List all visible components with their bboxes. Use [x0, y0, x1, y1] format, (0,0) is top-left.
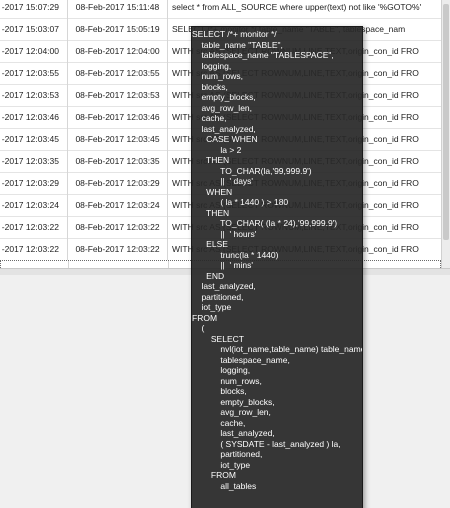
tooltip-sql-line: || ' mins'	[192, 260, 254, 270]
sql-tooltip: SELECT /*+ monitor */ table_name "TABLE"…	[191, 26, 363, 508]
sql-history-window: -2017 15:07:29 08-Feb-2017 15:11:48 select…	[0, 0, 450, 508]
cell-sql-text: select * from ALL_SOURCE where upper(tex…	[172, 2, 422, 12]
tooltip-sql-line: empty_blocks,	[192, 396, 275, 407]
cell-last-executed: 08-Feb-2017 12:03:35	[68, 150, 168, 172]
tooltip-sql-line: iot_type	[192, 459, 251, 470]
tooltip-sql-line: blocks,	[192, 386, 247, 396]
tooltip-sql-line: CASE WHEN	[192, 134, 258, 144]
tooltip-sql-line: iot_type	[192, 302, 232, 312]
cell-start-time: -2017 12:03:29	[0, 172, 68, 194]
vertical-scrollbar[interactable]	[441, 0, 450, 268]
tooltip-sql-line: SELECT	[192, 333, 244, 344]
cell-start-time: -2017 12:04:00	[0, 40, 68, 62]
cell-start-time: -2017 12:03:46	[0, 106, 68, 128]
cell-last-executed: 08-Feb-2017 12:03:29	[68, 172, 168, 194]
cell-last-executed: 08-Feb-2017 12:03:45	[68, 128, 168, 150]
cell-last-executed: 08-Feb-2017 12:03:53	[68, 84, 168, 106]
tooltip-sql-line: (	[192, 323, 205, 333]
tooltip-sql-line: blocks,	[192, 81, 228, 92]
tooltip-sql-line: empty_blocks,	[192, 92, 256, 102]
cell-last-executed: 08-Feb-2017 12:04:00	[68, 40, 168, 62]
cell-last-executed: 08-Feb-2017 12:03:22	[69, 261, 169, 268]
cell-last-executed: 08-Feb-2017 12:03:24	[68, 194, 168, 216]
scrollbar-thumb[interactable]	[443, 4, 449, 240]
tooltip-sql-line: logging,	[192, 60, 232, 71]
cell-start-time: -2017 12:03:45	[0, 128, 68, 150]
cell-start-time: -2017 15:07:29	[0, 0, 68, 18]
cell-last-executed: 08-Feb-2017 15:05:19	[68, 18, 168, 40]
tooltip-sql-line: cache,	[192, 417, 246, 428]
tooltip-sql-line: last_analyzed,	[192, 428, 275, 438]
tooltip-sql-line: avg_row_len,	[192, 102, 253, 113]
tooltip-sql-line: FROM	[192, 312, 218, 323]
tooltip-sql-line: nvl(iot_name,table_name) table_name,	[192, 344, 363, 354]
cell-start-time: -2017 12:03:22	[0, 238, 68, 260]
tooltip-sql-line: tablespace_name,	[192, 354, 290, 365]
tooltip-sql-line: TO_CHAR( (la * 24),'99,999.9')	[192, 218, 338, 228]
cell-last-executed: 08-Feb-2017 12:03:46	[68, 106, 168, 128]
cell-start-time: -2017 12:03:22	[0, 261, 69, 268]
tooltip-sql-line: trunc(la * 1440)	[192, 249, 279, 260]
cell-start-time: -2017 12:03:22	[0, 216, 68, 238]
tooltip-sql-line: partitioned,	[192, 291, 244, 302]
table-row[interactable]: -2017 15:07:29 08-Feb-2017 15:11:48 select…	[0, 0, 441, 19]
tooltip-sql-line: num_rows,	[192, 375, 262, 386]
tooltip-sql-line: TO_CHAR(la,'99,999.9')	[192, 165, 312, 176]
tooltip-sql-line: last_analyzed,	[192, 123, 256, 134]
tooltip-sql-line: avg_row_len,	[192, 407, 271, 417]
tooltip-sql-line: logging,	[192, 365, 251, 375]
tooltip-sql-line: ( SYSDATE - last_analyzed ) la,	[192, 438, 341, 449]
cell-start-time: -2017 15:03:07	[0, 18, 68, 40]
tooltip-sql-line: partitioned,	[192, 449, 263, 459]
tooltip-sql-line: || ' hours'	[192, 228, 257, 239]
tooltip-sql-line: cache,	[192, 113, 227, 123]
tooltip-sql-line: tablespace_name "TABLESPACE",	[192, 50, 334, 60]
cell-start-time: -2017 12:03:35	[0, 150, 68, 172]
cell-start-time: -2017 12:03:55	[0, 62, 68, 84]
tooltip-sql-line: ( la * 1440 ) > 180	[192, 197, 289, 207]
tooltip-sql-line: FROM	[192, 470, 236, 480]
tooltip-sql-line: la > 2	[192, 144, 242, 155]
tooltip-sql-line: table_name "TABLE",	[192, 39, 283, 50]
tooltip-sql-line: num_rows,	[192, 71, 244, 81]
tooltip-sql-line: all_tables	[192, 480, 257, 491]
cell-start-time: -2017 12:03:24	[0, 194, 68, 216]
cell-last-executed: 08-Feb-2017 12:03:55	[68, 62, 168, 84]
tooltip-sql-line: END	[192, 270, 225, 281]
cell-last-executed: 08-Feb-2017 12:03:22	[68, 216, 168, 238]
tooltip-sql-line: WHEN	[192, 186, 233, 197]
tooltip-sql-line: ELSE	[192, 239, 228, 249]
tooltip-sql-line: THEN	[192, 155, 230, 165]
tooltip-sql-line: || ' days'	[192, 176, 254, 186]
tooltip-sql-line: SELECT /*+ monitor */	[192, 29, 277, 39]
tooltip-sql-line: THEN	[192, 207, 230, 218]
tooltip-sql-line: last_analyzed,	[192, 281, 256, 291]
cell-last-executed: 08-Feb-2017 12:03:22	[68, 238, 168, 260]
cell-start-time: -2017 12:03:53	[0, 84, 68, 106]
cell-last-executed: 08-Feb-2017 15:11:48	[68, 0, 168, 18]
